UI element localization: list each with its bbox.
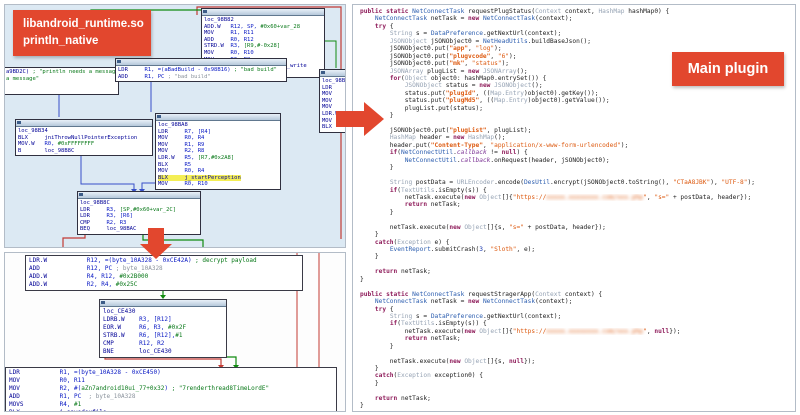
basic-block-message-string[interactable]: a9BD2C) ; "println needs a message"a mes… (4, 67, 119, 95)
annotation-label-libandroid: libandroid_runtime.so println_native (13, 10, 151, 56)
malware-analysis-figure: { "labels": { "lib_line1": "libandroid_r… (0, 0, 800, 415)
block-code: loc_98B8CLDR R3, [SP,#0x60+var_2C]LDR R3… (78, 199, 200, 234)
block-title-bar[interactable] (116, 59, 286, 66)
block-code: loc_98B34BLX jniThrowNullPointerExceptio… (16, 127, 152, 155)
annotation-arrow-down-icon (140, 244, 172, 259)
basic-block-loc-98b8c[interactable]: loc_98B8CLDR R3, [SP,#0x60+var_2C]LDR R3… (77, 191, 201, 235)
disasm-block-loc-ce430[interactable]: loc_CE430LDRB.W R3, [R12]EOR.W R6, R3, #… (99, 299, 227, 358)
label-line1: libandroid_runtime.so (23, 16, 151, 33)
block-title-bar[interactable] (202, 9, 324, 16)
block-code: loc_98BA8LDR R7, [R4]MOV R0, R4MOV R1, R… (156, 121, 280, 189)
block-title-bar[interactable] (156, 114, 280, 121)
block-code: a9BD2C) ; "println needs a message"a mes… (4, 68, 118, 83)
annotation-arrow-down-shaft (148, 228, 164, 245)
basic-block-bad-build[interactable]: LDR R1, =(aBadBuild - 0x98B16) ; "bad bu… (115, 58, 287, 82)
block-title-bar[interactable] (78, 192, 200, 199)
label-line2: println_native (23, 33, 151, 50)
disasm-block-savedex[interactable]: LDR R1, =(byte_10A328 - 0xCE450)MOV R0, … (5, 367, 337, 412)
annotation-label-main-plugin: Main plugin (672, 52, 784, 86)
block-title-bar[interactable] (16, 120, 152, 127)
block-code: loc_CE430LDRB.W R3, [R12]EOR.W R6, R3, #… (100, 307, 226, 357)
block-code: LDR R1, =(byte_10A328 - 0xCE450)MOV R0, … (6, 368, 336, 412)
block-title-bar[interactable] (320, 70, 346, 77)
block-title-bar[interactable] (100, 300, 226, 307)
basic-block-loc-98ba8[interactable]: loc_98BA8LDR R7, [R4]MOV R0, R4MOV R1, R… (155, 113, 281, 190)
block-code: LDR.W R12, =(byte_10A328 - 0xCE42A) ; de… (26, 256, 302, 290)
block-code: LDR R1, =(aBadBuild - 0x98B16) ; "bad bu… (116, 66, 286, 81)
ida-graph-panel[interactable]: libandroid_runtime.so println_native loc… (4, 4, 346, 248)
disasm-block-decrypt[interactable]: LDR.W R12, =(byte_10A328 - 0xCE42A) ; de… (25, 255, 303, 291)
annotation-arrow-right-shaft (336, 111, 365, 127)
ida-disasm-panel[interactable]: LDR.W R12, =(byte_10A328 - 0xCE42A) ; de… (4, 252, 346, 412)
basic-block-loc-98b34[interactable]: loc_98B34BLX jniThrowNullPointerExceptio… (15, 119, 153, 156)
annotation-arrow-right-icon (364, 102, 384, 136)
